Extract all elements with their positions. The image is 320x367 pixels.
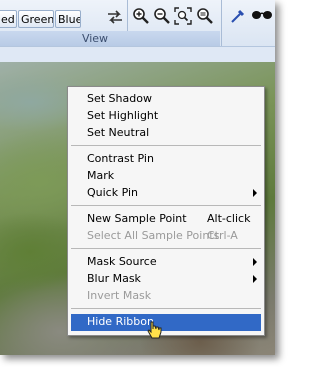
- glasses-icon[interactable]: [251, 8, 273, 26]
- menu-item-label: Blur Mask: [87, 272, 141, 285]
- menu-item-label: Set Shadow: [87, 92, 152, 105]
- eyedropper-icon[interactable]: [229, 7, 247, 25]
- red-channel-button[interactable]: ed: [0, 10, 17, 28]
- swap-arrows-icon[interactable]: [106, 9, 124, 27]
- menu-item-hide-ribbon[interactable]: Hide Ribbon: [71, 314, 261, 331]
- menu-separator: [71, 248, 261, 249]
- menu-item-label: Mask Source: [87, 255, 157, 268]
- app-window: ed Green Blue View Set Shadow Set Highli…: [0, 0, 275, 355]
- submenu-arrow-icon: [253, 189, 257, 197]
- menu-item-label: Mark: [87, 169, 115, 182]
- context-menu: Set Shadow Set Highlight Set Neutral Con…: [67, 86, 265, 336]
- zoom-in-icon[interactable]: [132, 7, 150, 25]
- zoom-actual-icon[interactable]: [196, 7, 214, 25]
- menu-item-shortcut: Ctrl-A: [207, 229, 238, 242]
- menu-item-label: Quick Pin: [87, 186, 139, 199]
- menu-item-quick-pin[interactable]: Quick Pin: [71, 185, 261, 201]
- menu-item-label: New Sample Point: [87, 212, 187, 225]
- ribbon: ed Green Blue View: [0, 0, 275, 63]
- blue-channel-button[interactable]: Blue: [55, 10, 81, 28]
- menu-item-invert-mask: Invert Mask: [71, 288, 261, 304]
- menu-item-label: Select All Sample Points: [87, 229, 220, 242]
- menu-item-mask-source[interactable]: Mask Source: [71, 254, 261, 270]
- menu-item-label: Set Highlight: [87, 109, 159, 122]
- menu-item-shortcut: Alt-click: [207, 212, 251, 225]
- hand-pointer-icon: [147, 321, 163, 344]
- menu-separator: [71, 308, 261, 309]
- menu-item-contrast-pin[interactable]: Contrast Pin: [71, 151, 261, 167]
- menu-item-mark[interactable]: Mark: [71, 168, 261, 184]
- green-channel-button[interactable]: Green: [18, 10, 54, 28]
- menu-item-set-shadow[interactable]: Set Shadow: [71, 91, 261, 107]
- submenu-arrow-icon: [253, 258, 257, 266]
- menu-item-label: Contrast Pin: [87, 152, 154, 165]
- menu-item-set-neutral[interactable]: Set Neutral: [71, 125, 261, 141]
- menu-item-new-sample-point[interactable]: New Sample Point Alt-click: [71, 211, 261, 227]
- menu-item-label: Hide Ribbon: [87, 315, 154, 328]
- menu-item-label: Invert Mask: [87, 289, 152, 302]
- menu-item-set-highlight[interactable]: Set Highlight: [71, 108, 261, 124]
- menu-item-select-all-sample-points: Select All Sample Points Ctrl-A: [71, 228, 261, 244]
- menu-separator: [71, 145, 261, 146]
- view-group-label: View: [81, 32, 109, 45]
- submenu-arrow-icon: [253, 275, 257, 283]
- tool-strip: [0, 46, 275, 63]
- menu-item-blur-mask[interactable]: Blur Mask: [71, 271, 261, 287]
- menu-item-label: Set Neutral: [87, 126, 150, 139]
- menu-separator: [71, 205, 261, 206]
- zoom-fit-icon[interactable]: [174, 7, 192, 25]
- zoom-out-icon[interactable]: [153, 7, 171, 25]
